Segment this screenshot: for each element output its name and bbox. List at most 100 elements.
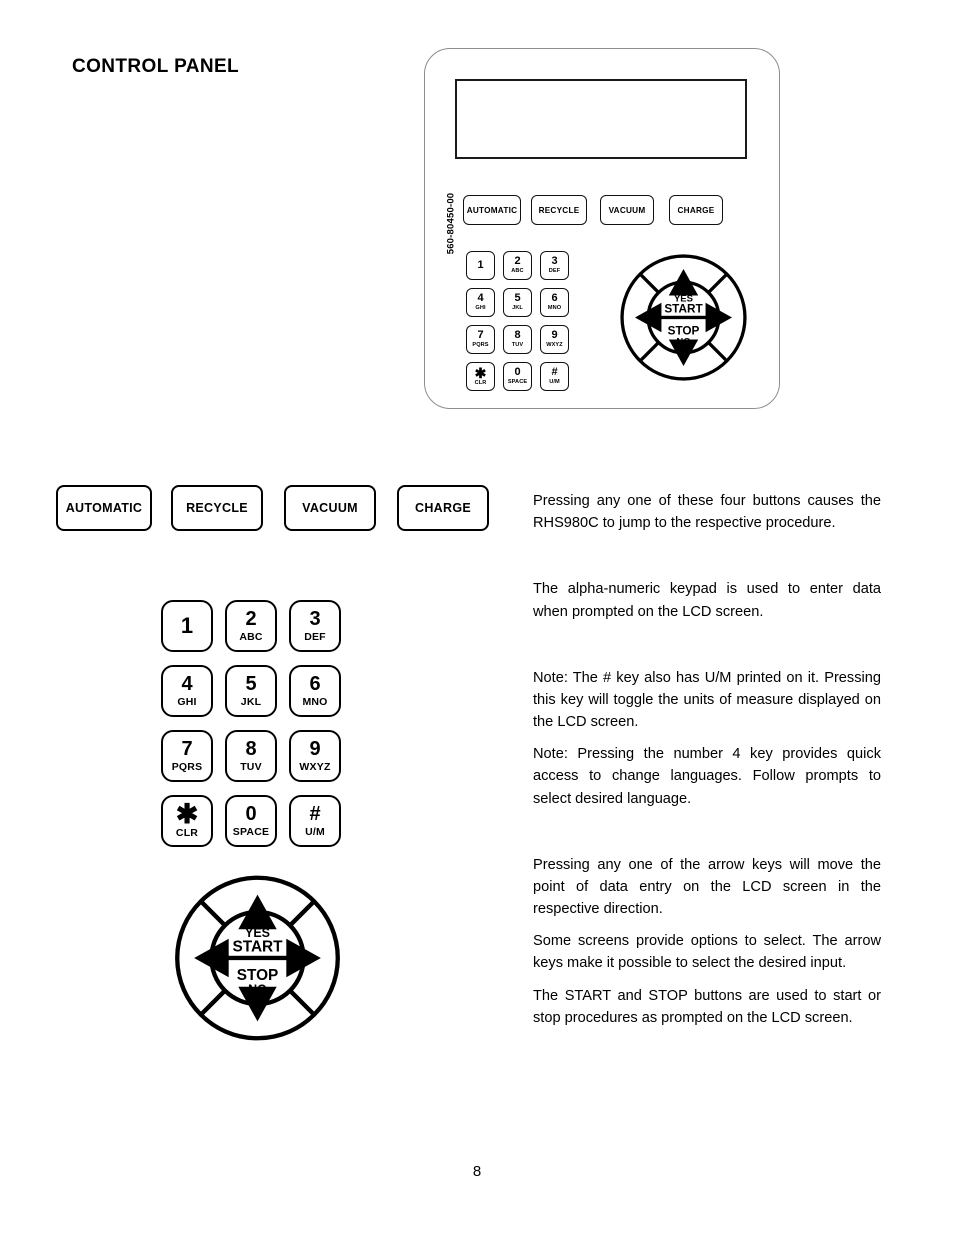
panel-button-recycle[interactable]: RECYCLE xyxy=(531,195,587,225)
panel-key-9-sub: WXYZ xyxy=(546,341,563,348)
detail-key-4-sub: GHI xyxy=(177,696,197,709)
detail-function-button-row: AUTOMATIC RECYCLE VACUUM CHARGE xyxy=(56,485,506,535)
panel-key-2-sub: ABC xyxy=(511,267,524,274)
paragraph-group-keypad: The alpha-numeric keypad is used to ente… xyxy=(533,578,881,622)
panel-key-7-digit: 7 xyxy=(477,329,484,342)
paragraph-option-select: Some screens provide options to select. … xyxy=(533,933,881,972)
page-title: CONTROL PANEL xyxy=(72,56,240,77)
panel-key-star-sub: CLR xyxy=(474,380,487,387)
panel-key-0-sub: SPACE xyxy=(507,378,528,385)
paragraph-note-language-key: Note: Pressing the number 4 key provides… xyxy=(533,746,881,807)
panel-key-9-digit: 9 xyxy=(551,329,558,342)
panel-key-star-digit: ✱ xyxy=(474,364,487,381)
detail-key-hash[interactable]: # U/M xyxy=(289,795,341,847)
detail-key-star-digit: ✱ xyxy=(175,798,199,829)
detail-key-0[interactable]: 0 SPACE xyxy=(225,795,277,847)
detail-arrow-pad: YES START STOP NO xyxy=(175,875,340,1041)
detail-key-6[interactable]: 6 MNO xyxy=(289,665,341,717)
detail-key-3[interactable]: 3 DEF xyxy=(289,600,341,652)
panel-key-8-sub: TUV xyxy=(511,341,524,348)
paragraph-function-buttons: Pressing any one of these four buttons c… xyxy=(533,493,881,532)
panel-key-4-sub: GHI xyxy=(475,304,486,311)
detail-key-1[interactable]: 1 xyxy=(161,600,213,652)
detail-key-star-sub: CLR xyxy=(175,826,199,839)
panel-key-7-sub: PQRS xyxy=(472,341,489,348)
panel-key-4[interactable]: 4 GHI xyxy=(466,288,495,317)
detail-key-9-digit: 9 xyxy=(309,738,321,761)
panel-key-3-sub: DEF xyxy=(548,267,561,274)
detail-key-7[interactable]: 7 PQRS xyxy=(161,730,213,782)
panel-key-6[interactable]: 6 MNO xyxy=(540,288,569,317)
detail-key-8[interactable]: 8 TUV xyxy=(225,730,277,782)
panel-key-8-digit: 8 xyxy=(514,329,521,342)
detail-key-6-sub: MNO xyxy=(302,696,328,709)
detail-key-2[interactable]: 2 ABC xyxy=(225,600,277,652)
control-panel-illustration: 560-80450-00 AUTOMATIC RECYCLE VACUUM CH… xyxy=(424,48,784,413)
detail-button-charge[interactable]: CHARGE xyxy=(397,485,489,531)
lcd-screen xyxy=(455,79,747,159)
detail-key-hash-digit: # xyxy=(309,803,321,826)
detail-key-star[interactable]: ✱ CLR xyxy=(161,795,213,847)
panel-function-button-row: AUTOMATIC RECYCLE VACUUM CHARGE xyxy=(463,195,753,225)
paragraph-start-stop: The START and STOP buttons are used to s… xyxy=(533,987,881,1026)
panel-button-vacuum[interactable]: VACUUM xyxy=(600,195,654,225)
panel-stop-label: STOP xyxy=(668,324,700,337)
panel-key-2[interactable]: 2 ABC xyxy=(503,251,532,280)
panel-no-label: NO xyxy=(676,337,691,348)
detail-key-9[interactable]: 9 WXYZ xyxy=(289,730,341,782)
panel-key-0[interactable]: 0 SPACE xyxy=(503,362,532,391)
paragraph-keypad: The alpha-numeric keypad is used to ente… xyxy=(533,581,881,620)
detail-key-0-sub: SPACE xyxy=(232,826,270,839)
panel-key-8[interactable]: 8 TUV xyxy=(503,325,532,354)
detail-key-1-digit: 1 xyxy=(180,613,194,638)
detail-key-hash-sub: U/M xyxy=(305,826,325,839)
detail-keypad: 1 2 ABC 3 DEF 4 GHI 5 JKL 6 MNO 7 PQRS 8… xyxy=(161,600,341,847)
panel-key-6-sub: MNO xyxy=(547,304,562,311)
detail-key-5-sub: JKL xyxy=(240,696,262,709)
panel-key-hash-digit: # xyxy=(551,366,558,379)
panel-key-5-digit: 5 xyxy=(514,292,521,305)
detail-key-2-digit: 2 xyxy=(245,608,257,631)
detail-no-label: NO xyxy=(248,983,267,997)
paragraph-group-notes: Note: The # key also has U/M printed on … xyxy=(533,667,881,810)
detail-key-5-digit: 5 xyxy=(245,673,257,696)
panel-keypad: 1 2 ABC 3 DEF 4 GHI 5 JKL 6 MNO 7 PQRS 8… xyxy=(466,251,569,391)
panel-key-2-digit: 2 xyxy=(514,255,521,268)
detail-button-recycle[interactable]: RECYCLE xyxy=(171,485,263,531)
paragraph-group-arrow-keys: Pressing any one of the arrow keys will … xyxy=(533,854,881,1029)
panel-key-5-sub: JKL xyxy=(512,304,523,311)
panel-key-7[interactable]: 7 PQRS xyxy=(466,325,495,354)
panel-key-hash-sub: U/M xyxy=(549,378,560,385)
panel-key-1-digit: 1 xyxy=(477,259,484,271)
paragraph-arrow-keys: Pressing any one of the arrow keys will … xyxy=(533,856,881,918)
detail-key-4-digit: 4 xyxy=(181,673,193,696)
detail-key-0-digit: 0 xyxy=(245,803,257,826)
detail-button-automatic[interactable]: AUTOMATIC xyxy=(56,485,152,531)
panel-key-9[interactable]: 9 WXYZ xyxy=(540,325,569,354)
panel-key-5[interactable]: 5 JKL xyxy=(503,288,532,317)
detail-key-7-sub: PQRS xyxy=(171,761,203,774)
panel-key-3-digit: 3 xyxy=(551,255,558,268)
description-text-column: Pressing any one of these four buttons c… xyxy=(533,490,881,1029)
detail-start-label: START xyxy=(232,938,283,955)
detail-stop-label: STOP xyxy=(237,967,279,984)
panel-key-star[interactable]: ✱ CLR xyxy=(466,362,495,391)
detail-key-2-sub: ABC xyxy=(239,631,263,644)
detail-key-5[interactable]: 5 JKL xyxy=(225,665,277,717)
detail-key-3-sub: DEF xyxy=(304,631,326,644)
detail-key-3-digit: 3 xyxy=(309,608,321,631)
panel-key-3[interactable]: 3 DEF xyxy=(540,251,569,280)
detail-key-7-digit: 7 xyxy=(181,738,193,761)
panel-key-0-digit: 0 xyxy=(514,366,521,379)
panel-key-1[interactable]: 1 xyxy=(466,251,495,280)
detail-key-6-digit: 6 xyxy=(309,673,321,696)
paragraph-note-hash-key: Note: The # key also has U/M printed on … xyxy=(533,669,881,731)
detail-key-4[interactable]: 4 GHI xyxy=(161,665,213,717)
detail-key-8-digit: 8 xyxy=(245,738,257,761)
detail-key-8-sub: TUV xyxy=(240,761,262,774)
panel-key-4-digit: 4 xyxy=(477,292,484,305)
detail-button-vacuum[interactable]: VACUUM xyxy=(284,485,376,531)
panel-key-hash[interactable]: # U/M xyxy=(540,362,569,391)
panel-button-charge[interactable]: CHARGE xyxy=(669,195,723,225)
panel-button-automatic[interactable]: AUTOMATIC xyxy=(463,195,521,225)
